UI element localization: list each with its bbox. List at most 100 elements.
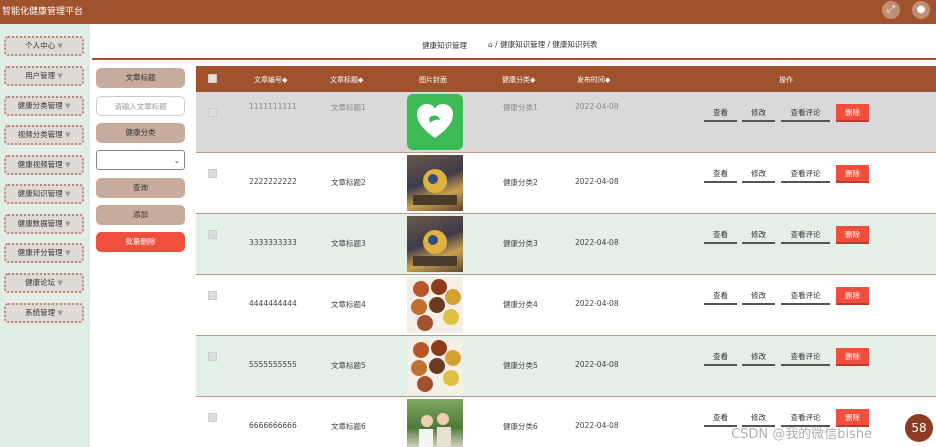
delete-button[interactable]: 删除 [836,104,869,122]
cell-id: 4444444444 [249,299,297,308]
sort-icon: ◆ [530,76,536,84]
row-checkbox[interactable] [208,169,217,178]
row-checkbox[interactable] [208,230,217,239]
sidebar-item-system[interactable]: 系统管理 ▼ [4,303,84,323]
breadcrumb-path: ⌂ / 健康知识管理 / 健康知识列表 [488,39,597,50]
row-checkbox[interactable] [208,413,217,422]
row-checkbox[interactable] [208,352,217,361]
sidebar-item-health-data[interactable]: 健康数据管理 ▼ [4,214,84,234]
sidebar-item-health-scores[interactable]: 健康评分管理 ▼ [4,243,84,263]
sidebar-item-label: 健康视频管理 [17,160,63,169]
cell-category: 健康分类2 [503,178,538,187]
delete-button[interactable]: 删除 [836,348,869,366]
cover-image-bowls-photo [407,338,463,394]
chevron-down-icon: ▼ [57,279,63,287]
sidebar-item-label: 视频分类管理 [17,130,63,139]
header-cover: 图片封面 [419,76,447,84]
cell-category: 健康分类1 [503,103,538,112]
category-select[interactable]: ⌄ [96,150,185,170]
cell-date: 2022-04-08 [575,421,619,430]
cell-category: 健康分类3 [503,239,538,248]
view-button[interactable]: 查看 [704,165,737,183]
cell-category: 健康分类4 [503,300,538,309]
view-comments-button[interactable]: 查看评论 [781,165,830,183]
table-row: 2222222222 文章标题2 健康分类2 2022-04-08 查看 修改 … [196,153,936,214]
edit-button[interactable]: 修改 [742,287,775,305]
cell-title: 文章标题5 [331,361,366,370]
cover-image-heart-logo [407,94,463,150]
header-actions: 操作 [779,76,793,84]
delete-button[interactable]: 删除 [836,287,869,305]
cell-category: 健康分类5 [503,361,538,370]
cell-id: 5555555555 [249,360,297,369]
sidebar-item-label: 健康分类管理 [17,101,63,110]
chevron-down-icon: ▼ [65,102,71,110]
header-title[interactable]: 文章标题◆ [330,75,363,85]
cell-id: 2222222222 [249,177,297,186]
sidebar-item-label: 健康数据管理 [17,219,63,228]
title-search-input[interactable]: 请输入文章标题 [96,96,185,116]
sidebar-item-label: 健康评分管理 [17,248,63,257]
sidebar-item-profile[interactable]: 个人中心 ▼ [4,36,84,56]
cell-title: 文章标题4 [331,300,366,309]
row-checkbox[interactable] [208,291,217,300]
sort-icon: ◆ [605,76,611,84]
row-checkbox[interactable] [208,108,217,117]
edit-button[interactable]: 修改 [742,348,775,366]
edit-button[interactable]: 修改 [742,226,775,244]
category-filter-label: 健康分类 [96,123,185,143]
floating-badge[interactable]: 58 [905,414,933,442]
cell-id: 1111111111 [249,102,297,111]
view-comments-button[interactable]: 查看评论 [781,104,830,122]
view-comments-button[interactable]: 查看评论 [781,226,830,244]
sort-icon: ◆ [358,76,364,84]
header-id[interactable]: 文章编号◆ [254,75,287,85]
view-comments-button[interactable]: 查看评论 [781,348,830,366]
sidebar-item-label: 用户管理 [25,71,56,80]
chevron-down-icon: ⌄ [173,156,180,165]
breadcrumb-path-text: / 健康知识管理 / 健康知识列表 [495,40,598,49]
cell-title: 文章标题2 [331,178,366,187]
sidebar-item-label: 个人中心 [25,41,56,50]
header-category[interactable]: 健康分类◆ [502,75,535,85]
cell-title: 文章标题3 [331,239,366,248]
add-button[interactable]: 添加 [96,205,185,225]
sidebar-item-health-videos[interactable]: 健康视频管理 ▼ [4,155,84,175]
sidebar-item-video-categories[interactable]: 视频分类管理 ▼ [4,125,84,145]
delete-button[interactable]: 删除 [836,226,869,244]
view-button[interactable]: 查看 [704,348,737,366]
sidebar-item-users[interactable]: 用户管理 ▼ [4,66,84,86]
cell-date: 2022-04-08 [575,102,619,111]
table-header: 文章编号◆ 文章标题◆ 图片封面 健康分类◆ 发布时间◆ 操作 [196,66,936,92]
watermark-text: CSDN @我的微信bishe [731,427,873,442]
select-all-checkbox[interactable] [208,74,217,83]
view-button[interactable]: 查看 [704,226,737,244]
view-comments-button[interactable]: 查看评论 [781,287,830,305]
sidebar-item-label: 健康知识管理 [17,189,63,198]
chevron-down-icon: ▼ [65,249,71,257]
view-button[interactable]: 查看 [704,287,737,305]
sidebar-item-forum[interactable]: 健康论坛 ▼ [4,273,84,293]
batch-delete-button[interactable]: 批量删除 [96,232,185,252]
user-icon[interactable]: ● [912,1,930,19]
cell-date: 2022-04-08 [575,299,619,308]
chevron-down-icon: ▼ [57,42,63,50]
edit-button[interactable]: 修改 [742,165,775,183]
home-icon[interactable]: ⌂ [488,40,493,49]
sidebar-item-health-knowledge[interactable]: 健康知识管理 ▼ [4,184,84,204]
table-row: 4444444444 文章标题4 健康分类4 2022-04-08 查看 修改 … [196,275,936,336]
chevron-down-icon: ▼ [65,131,71,139]
cell-id: 6666666666 [249,421,297,430]
table-row: 3333333333 文章标题3 健康分类3 2022-04-08 查看 修改 … [196,214,936,275]
sidebar-item-label: 健康论坛 [25,278,56,287]
sort-icon: ◆ [282,76,288,84]
cell-date: 2022-04-08 [575,177,619,186]
edit-button[interactable]: 修改 [742,104,775,122]
fullscreen-icon[interactable]: ⤢ [882,1,900,19]
header-date[interactable]: 发布时间◆ [577,75,610,85]
search-button[interactable]: 查询 [96,178,185,198]
sidebar-item-health-categories[interactable]: 健康分类管理 ▼ [4,96,84,116]
delete-button[interactable]: 删除 [836,165,869,183]
cell-title: 文章标题1 [331,103,366,112]
view-button[interactable]: 查看 [704,104,737,122]
